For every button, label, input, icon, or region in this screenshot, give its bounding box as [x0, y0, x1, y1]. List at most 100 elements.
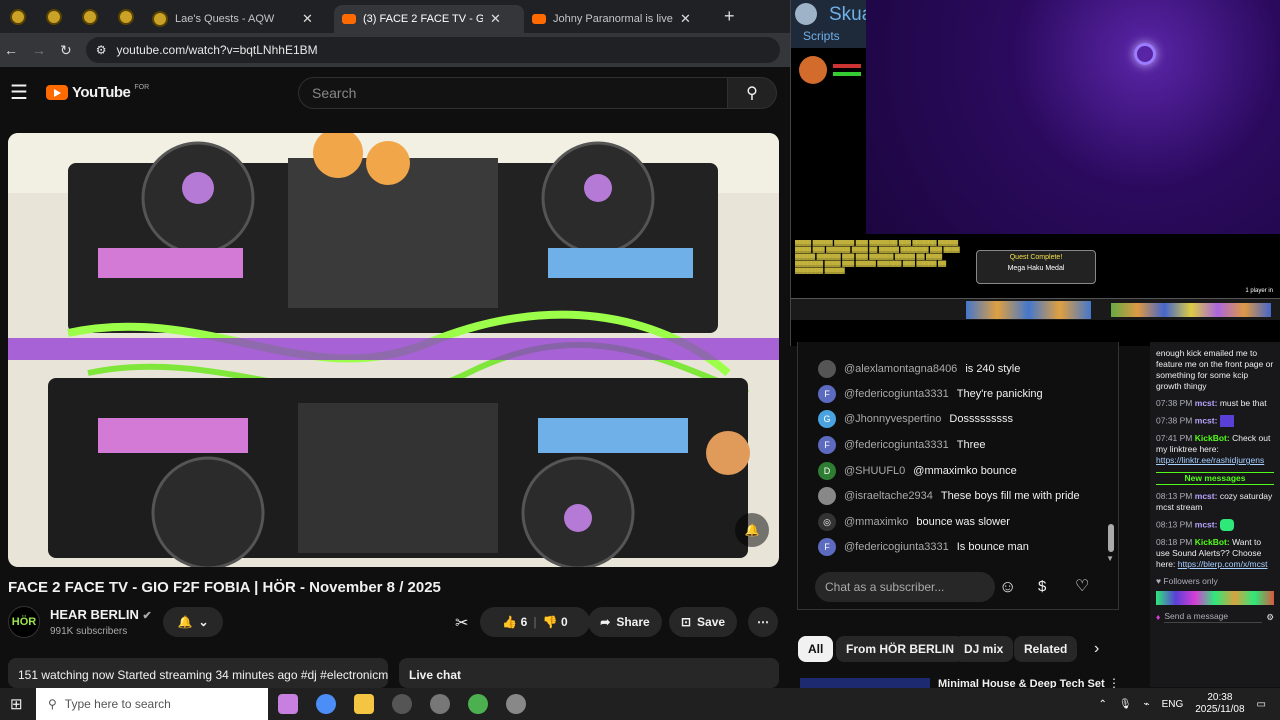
emote-bar[interactable] — [1156, 591, 1274, 605]
pinned-tab[interactable] — [108, 0, 144, 33]
kick-username[interactable]: mcst: — [1195, 491, 1218, 501]
clock-time: 20:38 — [1207, 692, 1233, 703]
chat-text: @mmaximko bounce — [913, 465, 1017, 477]
chat-author[interactable]: @israeltache2934 — [844, 490, 933, 502]
chip-from-channel[interactable]: From HÖR BERLIN — [836, 636, 964, 662]
skill-icons[interactable] — [966, 301, 1091, 319]
chip-all[interactable]: All — [798, 636, 834, 662]
chat-author[interactable]: @federicogiunta3331 — [844, 439, 949, 451]
tab-title: Lae's Quests - AQW — [175, 12, 275, 25]
emoji-icon[interactable]: ☺ — [999, 577, 1016, 597]
chat-input[interactable]: Chat as a subscriber... — [815, 572, 995, 602]
chat-scrollbar[interactable] — [1108, 524, 1114, 552]
back-icon[interactable]: ← — [4, 42, 18, 58]
chip-dj-mix[interactable]: DJ mix — [954, 636, 1014, 662]
language-indicator[interactable]: ENG — [1162, 699, 1184, 710]
clip-icon[interactable]: ✂ — [455, 613, 468, 633]
close-icon[interactable]: ✕ — [680, 11, 691, 27]
chat-message: @alexlamontagna8406 is 240 style — [818, 360, 1020, 378]
settings-icon[interactable]: ⚙ — [1266, 612, 1274, 623]
search-input[interactable]: Search — [298, 77, 728, 109]
logo-sup: FOR — [134, 83, 150, 91]
pinned-tab[interactable] — [36, 0, 72, 33]
kick-link[interactable]: https://linktr.ee/rashidjurgens — [1156, 455, 1264, 465]
chat-author[interactable]: @mmaximko — [844, 516, 908, 528]
kick-username[interactable]: mcst: — [1195, 398, 1218, 408]
description-box[interactable]: 151 watching now Started streaming 34 mi… — [8, 658, 388, 688]
clock-date: 2025/11/08 — [1195, 704, 1245, 715]
menu-icons[interactable] — [1111, 303, 1271, 317]
notification-bell-icon[interactable]: 🔔 — [735, 513, 769, 547]
bell-icon: 🔔 — [177, 615, 193, 629]
kick-link[interactable]: https://blerp.com/x/mcst — [1178, 559, 1268, 569]
share-button[interactable]: ➦ Share — [588, 607, 662, 637]
forward-icon[interactable]: → — [32, 42, 46, 58]
kick-username[interactable]: KickBot: — [1195, 433, 1230, 443]
channel-avatar[interactable]: HÖR — [8, 606, 40, 638]
kick-timestamp: 07:38 PM — [1156, 398, 1193, 408]
chip-related[interactable]: Related — [1014, 636, 1078, 662]
url-bar[interactable]: ⚙ youtube.com/watch?v=bqtLNhhE1BM — [85, 37, 780, 63]
close-icon[interactable]: ✕ — [302, 11, 313, 27]
network-icon[interactable]: ⌁ — [1144, 699, 1150, 710]
tab-youtube-video[interactable]: (3) FACE 2 FACE TV - GIO F2F ✕ — [334, 4, 524, 33]
chat-author[interactable]: @Jhonnyvespertino — [844, 413, 941, 425]
subscriber-count: 991K subscribers — [50, 626, 128, 637]
url-text: youtube.com/watch?v=bqtLNhhE1BM — [116, 43, 318, 57]
dislike-button[interactable]: 👎 0 — [543, 615, 568, 629]
chat-author[interactable]: @federicogiunta3331 — [844, 541, 949, 553]
tab-youtube-live[interactable]: Johny Paranormal is live - Y ✕ — [524, 5, 714, 33]
search-button[interactable]: ⚲ — [727, 77, 777, 109]
scroll-down-icon[interactable]: ▼ — [1106, 554, 1114, 563]
taskbar-search-input[interactable]: ⚲ Type here to search — [36, 688, 268, 720]
app-icon[interactable] — [506, 694, 526, 714]
menu-icon[interactable]: ☰ — [10, 80, 28, 105]
windows-start-icon[interactable]: ⊞ — [10, 695, 23, 713]
save-button[interactable]: ⊡ Save — [669, 607, 737, 637]
site-info-icon[interactable]: ⚙ — [96, 43, 107, 57]
player-count: 1 player in — [1245, 288, 1273, 294]
skua-logo-icon — [795, 3, 817, 25]
kick-username[interactable]: mcst: — [1195, 415, 1218, 425]
more-actions-button[interactable]: ⋯ — [748, 607, 778, 637]
hp-bar — [833, 64, 861, 68]
channel-name[interactable]: HEAR BERLIN ✔ — [50, 607, 152, 622]
pinned-tab[interactable] — [72, 0, 108, 33]
video-player[interactable]: 🔔 — [8, 133, 779, 567]
chevron-right-icon[interactable]: › — [1094, 640, 1099, 658]
notifications-icon[interactable]: ▭ — [1257, 699, 1266, 710]
app-icon[interactable] — [278, 694, 298, 714]
kick-username[interactable]: KickBot: — [1195, 537, 1230, 547]
heart-icon[interactable]: ♡ — [1075, 576, 1089, 596]
youtube-logo[interactable]: YouTube FOR — [45, 83, 150, 101]
aqw-favicon-icon — [118, 8, 134, 25]
kick-message: enough kick emailed me to feature me on … — [1156, 348, 1274, 392]
next-video-thumbnail[interactable] — [800, 678, 930, 688]
game-window[interactable]: Skua Scripts ▓▓▓▓ ▓▓▓▓▓ ▓▓▓▓▓ ▓▓▓ ▓▓▓▓▓▓… — [790, 0, 1280, 346]
new-tab-button[interactable]: + — [724, 6, 735, 27]
kick-username[interactable]: mcst: — [1195, 519, 1218, 529]
quest-complete-popup[interactable]: Quest Complete! Mega Haku Medal — [976, 250, 1096, 284]
live-chat-header[interactable]: Live chat — [399, 658, 779, 688]
clock[interactable]: 20:38 2025/11/08 — [1195, 692, 1244, 716]
chrome-icon[interactable] — [468, 694, 488, 714]
chevron-up-icon[interactable]: ⌃ — [1098, 699, 1106, 710]
close-icon[interactable]: ✕ — [490, 11, 501, 27]
like-button[interactable]: 👍 6 — [502, 615, 527, 629]
app-icon[interactable] — [430, 694, 450, 714]
tab-aqw-quests[interactable]: Lae's Quests - AQW ✕ — [144, 5, 334, 33]
reload-icon[interactable]: ↻ — [60, 42, 72, 59]
scripts-menu[interactable]: Scripts — [803, 29, 840, 43]
pinned-tab[interactable] — [0, 0, 36, 33]
chat-author[interactable]: @alexlamontagna8406 — [844, 363, 957, 375]
notification-preference-button[interactable]: 🔔 ⌄ — [163, 607, 223, 637]
app-icon[interactable] — [392, 694, 412, 714]
chat-author[interactable]: @federicogiunta3331 — [844, 388, 949, 400]
emote-picker-icon[interactable]: ♦ — [1156, 612, 1160, 623]
chat-author[interactable]: @SHUUFL0 — [844, 465, 905, 477]
file-explorer-icon[interactable] — [354, 694, 374, 714]
super-chat-icon[interactable]: $ — [1038, 578, 1046, 595]
microphone-icon[interactable]: 🎙 — [1119, 699, 1132, 710]
kick-chat-input[interactable]: Send a message — [1164, 611, 1263, 623]
chrome-icon[interactable] — [316, 694, 336, 714]
